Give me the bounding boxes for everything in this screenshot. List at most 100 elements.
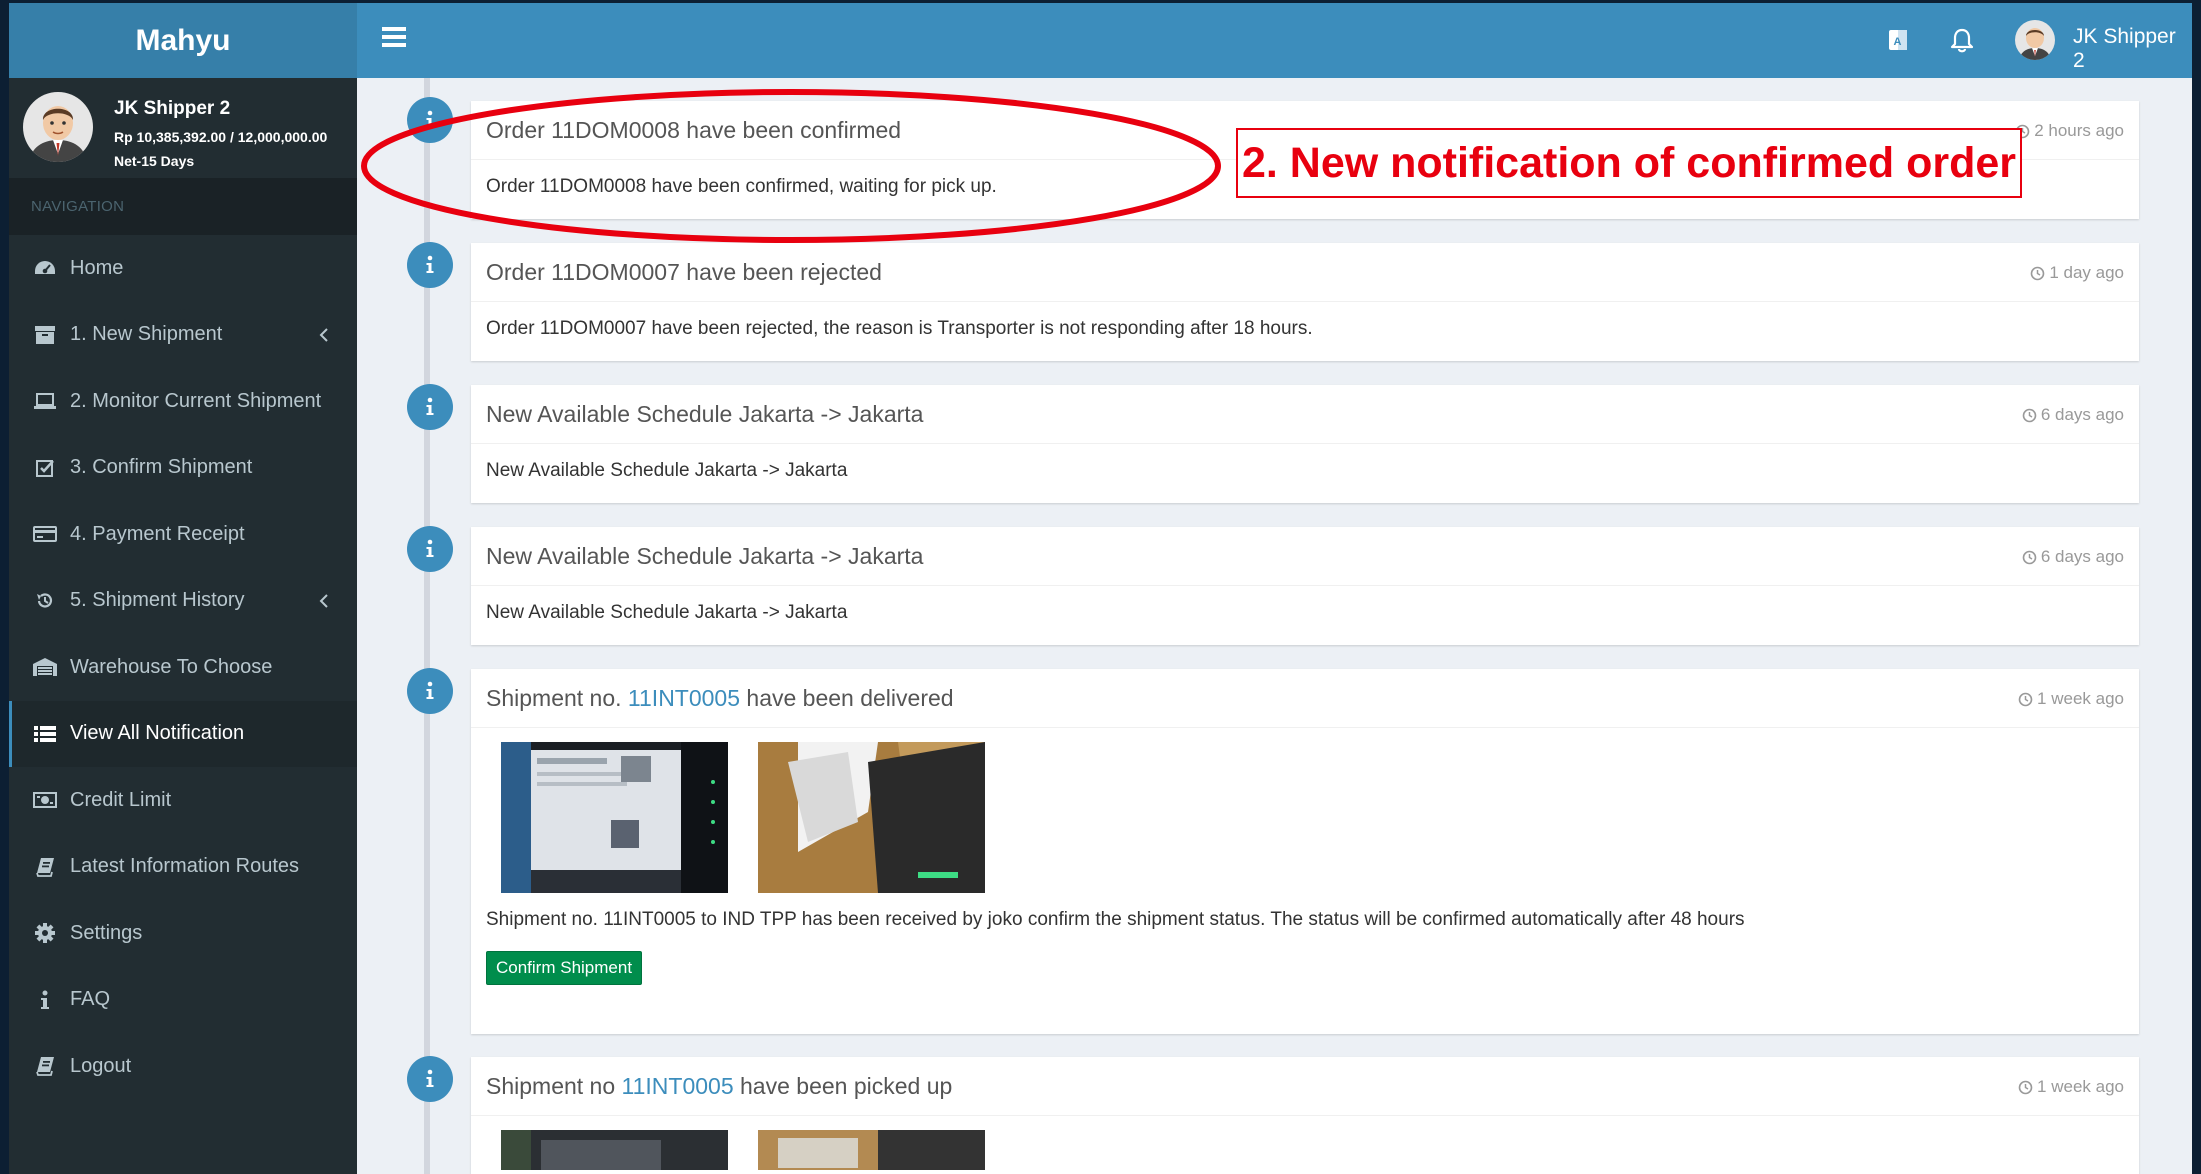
- app-logo[interactable]: Mahyu: [9, 3, 357, 78]
- notification-title: Shipment no 11INT0005 have been picked u…: [486, 1073, 952, 1100]
- notification-time: 6 days ago: [2022, 405, 2124, 425]
- sidebar-menu: Home 1. New Shipment 2. Monitor Current …: [9, 235, 357, 1100]
- info-badge-icon: [407, 526, 453, 572]
- book-icon: [32, 1055, 58, 1077]
- title-prefix: Shipment no.: [486, 685, 622, 711]
- notification-title: New Available Schedule Jakarta -> Jakart…: [486, 401, 924, 427]
- clock-icon: [2031, 266, 2045, 280]
- notification-card: New Available Schedule Jakarta -> Jakart…: [471, 385, 2139, 503]
- svg-text:A: A: [1894, 36, 1902, 48]
- info-badge-icon: [407, 97, 453, 143]
- sidebar-item-latest-information-routes[interactable]: Latest Information Routes: [9, 834, 357, 901]
- shipment-link[interactable]: 11INT0005: [622, 1073, 734, 1099]
- top-navbar: A JK Shipper 2: [357, 3, 2192, 78]
- sidebar-item-credit-limit[interactable]: Credit Limit: [9, 767, 357, 834]
- dashboard-icon: [32, 257, 58, 279]
- notification-title: Order 11DOM0007 have been rejected: [486, 259, 882, 285]
- notification-title: Shipment no. 11INT0005 have been deliver…: [486, 685, 954, 712]
- notification-card: Order 11DOM0007 have been rejected 1 day…: [471, 243, 2139, 361]
- avatar[interactable]: [2015, 20, 2055, 60]
- nav-header: NAVIGATION: [9, 178, 357, 235]
- notification-time-text: 1 week ago: [2037, 689, 2124, 708]
- sidebar-item-payment-receipt[interactable]: 4. Payment Receipt: [9, 501, 357, 568]
- history-icon: [32, 590, 58, 612]
- chevron-left-icon: [319, 593, 328, 608]
- credit-card-icon: [32, 523, 58, 545]
- sidebar-item-label: View All Notification: [70, 722, 245, 745]
- sidebar-item-label: 5. Shipment History: [70, 589, 245, 612]
- confirm-shipment-button[interactable]: Confirm Shipment: [486, 951, 643, 985]
- archive-icon: [32, 324, 58, 346]
- info-badge-icon: [407, 1056, 453, 1102]
- notification-header: New Available Schedule Jakarta -> Jakart…: [471, 385, 2139, 444]
- notification-header: Shipment no. 11INT0005 have been deliver…: [471, 669, 2139, 728]
- pickup-photo[interactable]: [501, 1130, 728, 1170]
- notification-title: Order 11DOM0008 have been confirmed: [486, 117, 902, 143]
- chevron-left-icon: [319, 327, 328, 342]
- info-badge-icon: [407, 242, 453, 288]
- check-square-icon: [32, 457, 58, 479]
- sidebar-item-faq[interactable]: FAQ: [9, 967, 357, 1034]
- notification-time-text: 6 days ago: [2040, 405, 2124, 424]
- clock-icon: [2022, 408, 2037, 422]
- sidebar-item-label: 2. Monitor Current Shipment: [70, 389, 322, 412]
- language-icon[interactable]: A: [1883, 25, 1913, 55]
- notification-time-text: 6 days ago: [2040, 547, 2124, 566]
- notification-time: 2 hours ago: [2015, 121, 2124, 141]
- credit-balance: Rp 10,385,392.00 / 12,000,000.00: [114, 129, 328, 145]
- photo-thumbnails: [471, 728, 2139, 893]
- notification-time-text: 2 hours ago: [2034, 121, 2124, 140]
- user-menu[interactable]: JK Shipper 2: [2073, 25, 2192, 73]
- notification-card: Shipment no. 11INT0005 have been deliver…: [471, 669, 2139, 1034]
- sidebar-item-label: Home: [70, 256, 124, 279]
- notification-time-text: 1 day ago: [2049, 263, 2124, 282]
- list-icon: [32, 723, 58, 745]
- bell-icon[interactable]: [1947, 25, 1977, 55]
- sidebar-item-monitor-current-shipment[interactable]: 2. Monitor Current Shipment: [9, 368, 357, 435]
- notification-title: New Available Schedule Jakarta -> Jakart…: [486, 543, 924, 569]
- notification-header: Shipment no 11INT0005 have been picked u…: [471, 1057, 2139, 1116]
- sidebar-item-shipment-history[interactable]: 5. Shipment History: [9, 568, 357, 635]
- title-prefix: Shipment no: [486, 1073, 616, 1099]
- sidebar-item-label: 3. Confirm Shipment: [70, 456, 253, 479]
- sidebar: JK Shipper 2 Rp 10,385,392.00 / 12,000,0…: [9, 78, 357, 1174]
- notification-card: Shipment no 11INT0005 have been picked u…: [471, 1057, 2139, 1174]
- sidebar-item-view-all-notification[interactable]: View All Notification: [9, 700, 357, 767]
- notification-time: 1 week ago: [2018, 1077, 2124, 1097]
- user-name: JK Shipper 2: [114, 98, 231, 119]
- sidebar-item-logout[interactable]: Logout: [9, 1033, 357, 1100]
- notification-body: New Available Schedule Jakarta -> Jakart…: [486, 460, 848, 481]
- sidebar-item-warehouse-to-choose[interactable]: Warehouse To Choose: [9, 634, 357, 701]
- notification-time: 1 day ago: [2030, 263, 2124, 283]
- info-icon: [32, 989, 58, 1011]
- sidebar-item-label: 1. New Shipment: [70, 323, 223, 346]
- notification-header: Order 11DOM0007 have been rejected 1 day…: [471, 243, 2139, 302]
- notification-header: New Available Schedule Jakarta -> Jakart…: [471, 527, 2139, 586]
- annotation-label: 2. New notification of confirmed order: [1236, 128, 2022, 198]
- clock-icon: [2018, 1080, 2033, 1094]
- app-window: Mahyu A JK Shipper 2 JK Shipper 2 Rp 10,…: [9, 3, 2192, 1174]
- menu-toggle-icon[interactable]: [382, 27, 406, 51]
- sidebar-item-home[interactable]: Home: [9, 235, 357, 302]
- notification-card: New Available Schedule Jakarta -> Jakart…: [471, 527, 2139, 645]
- sidebar-item-confirm-shipment[interactable]: 3. Confirm Shipment: [9, 435, 357, 502]
- sidebar-item-settings[interactable]: Settings: [9, 900, 357, 967]
- avatar: [23, 92, 93, 162]
- payment-terms: Net-15 Days: [114, 153, 195, 169]
- sidebar-item-new-shipment[interactable]: 1. New Shipment: [9, 302, 357, 369]
- pickup-photo[interactable]: [758, 1130, 985, 1170]
- info-badge-icon: [407, 668, 453, 714]
- shipment-link[interactable]: 11INT0005: [628, 685, 740, 711]
- photo-thumbnails: [471, 1116, 2139, 1170]
- notification-time: 1 week ago: [2018, 689, 2124, 709]
- sidebar-item-label: Credit Limit: [70, 788, 172, 811]
- gear-icon: [32, 922, 58, 944]
- title-suffix: have been delivered: [746, 685, 954, 711]
- laptop-icon: [32, 390, 58, 412]
- clock-icon: [2018, 692, 2033, 706]
- notification-body: Order 11DOM0007 have been rejected, the …: [486, 318, 1313, 339]
- delivery-photo[interactable]: [501, 742, 728, 893]
- notification-time-text: 1 week ago: [2037, 1077, 2124, 1096]
- delivery-photo[interactable]: [758, 742, 985, 893]
- sidebar-item-label: Settings: [70, 921, 143, 944]
